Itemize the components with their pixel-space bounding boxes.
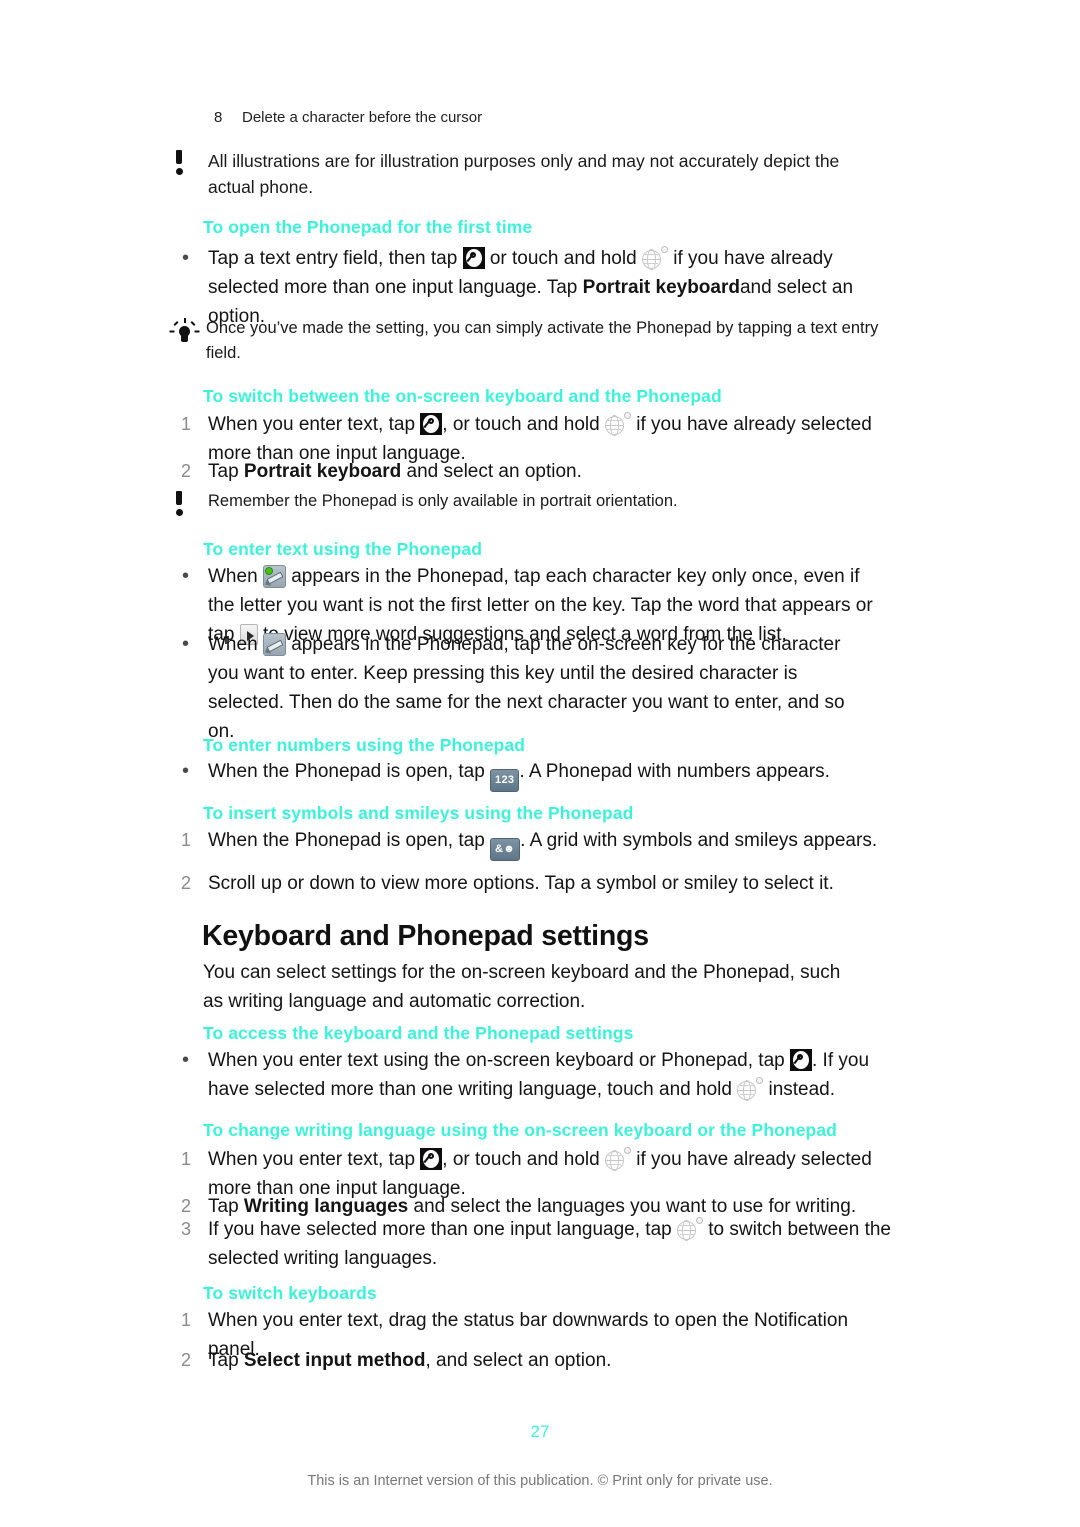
step-number: 1 (181, 1310, 192, 1330)
step-text-bold: Writing languages (243, 1196, 409, 1217)
pencil-key-prediction-icon[interactable] (262, 565, 286, 588)
step-text-bold: Portrait keyboard (582, 277, 740, 298)
bullet-enter-numbers-1-text: When the Phonepad is open, tap 123. A Ph… (208, 757, 830, 792)
step-insert-symbols-1-text: When the Phonepad is open, tap &☻. A gri… (208, 826, 877, 861)
step-text-bold: Portrait keyboard (243, 461, 402, 482)
heading-enter-numbers: To enter numbers using the Phonepad (203, 735, 526, 755)
step-number: 2 (181, 873, 192, 893)
globe-icon[interactable] (641, 246, 668, 271)
step-switch-keyboards-2-text: Tap Select input method, and select an o… (208, 1346, 611, 1375)
heading-insert-symbols: To insert symbols and smileys using the … (203, 803, 634, 823)
step-number: 2 (181, 461, 192, 481)
step-text-part-b: and select the languages you want to use… (413, 1196, 857, 1217)
note-portrait-warning: Remember the Phonepad is only available … (172, 489, 892, 522)
bullet-marker: • (182, 1049, 190, 1071)
note-illustrations: All illustrations are for illustration p… (172, 148, 882, 200)
globe-icon[interactable] (604, 1147, 631, 1172)
step-insert-symbols-2: 2 Scroll up or down to view more options… (172, 869, 892, 898)
legend-number: 8 (214, 109, 223, 126)
step-text-part-b: or touch and hold (489, 248, 637, 269)
warning-icon (172, 148, 208, 181)
step-text-part-b: , or touch and hold (442, 414, 600, 435)
step-number: 3 (181, 1219, 192, 1239)
heading-access-settings: To access the keyboard and the Phonepad … (203, 1023, 634, 1043)
bullet-marker: • (182, 633, 190, 655)
bullet-enter-numbers-1: • When the Phonepad is open, tap 123. A … (172, 757, 892, 792)
bullet-text-part-a: When (208, 634, 258, 655)
step-text-part-b: , and select an option. (425, 1350, 612, 1371)
bullet-marker: • (182, 565, 190, 587)
step-text-part-b: and select an option. (406, 461, 582, 482)
pencil-key-multitap-icon[interactable] (262, 633, 286, 656)
globe-icon[interactable] (604, 412, 631, 437)
step-text-part-a: When you enter text, tap (208, 414, 416, 435)
bullet-enter-text-2-text: When appears in the Phonepad, tap the on… (208, 630, 872, 746)
warning-icon (172, 489, 208, 522)
symbols-smileys-key-icon[interactable]: &☻ (490, 838, 521, 861)
note-phonepad-tip: Once you’ve made the setting, you can si… (169, 316, 890, 366)
legend-row: 8 Delete a character before the cursor (214, 106, 914, 130)
manual-page: 8 Delete a character before the cursor A… (0, 0, 1080, 1527)
bullet-text-part-a: When you enter text using the on-screen … (208, 1050, 785, 1071)
tip-bulb-icon (169, 316, 206, 351)
step-change-language-3-text: If you have selected more than one input… (208, 1215, 892, 1273)
step-number: 1 (181, 830, 192, 850)
step-insert-symbols-1: 1 When the Phonepad is open, tap &☻. A g… (172, 826, 892, 861)
heading-switch-keyboards: To switch keyboards (203, 1283, 377, 1303)
legend-text: Delete a character before the cursor (242, 109, 483, 126)
bullet-text-part-b: appears in the Phonepad, tap the on-scre… (208, 634, 845, 742)
heading-open-phonepad: To open the Phonepad for the first time (203, 217, 533, 237)
step-switch-2-text: Tap Portrait keyboard and select an opti… (208, 457, 582, 486)
note-illustrations-text: All illustrations are for illustration p… (208, 151, 840, 197)
bullet-enter-text-2: • When appears in the Phonepad, tap the … (172, 630, 872, 746)
bullet-text-part-b: . A Phonepad with numbers appears. (519, 761, 830, 782)
bullet-text-part-a: When (208, 566, 258, 587)
numbers-key-icon[interactable]: 123 (490, 769, 520, 792)
step-text-part-a: Tap (208, 1196, 239, 1217)
step-text-part-a: When you enter text, tap (208, 1149, 416, 1170)
bullet-marker: • (182, 760, 190, 782)
step-text-part-a: Tap (208, 461, 239, 482)
step-switch-keyboards-2: 2 Tap Select input method, and select an… (172, 1346, 872, 1375)
step-change-language-3: 3 If you have selected more than one inp… (172, 1215, 892, 1273)
step-text-part-a: Tap a text entry field, then tap (208, 248, 458, 269)
bullet-text-part-c: instead. (768, 1079, 836, 1100)
note-portrait-warning-text: Remember the Phonepad is only available … (208, 492, 678, 510)
step-number: 1 (181, 414, 192, 434)
page-number: 27 (530, 1422, 550, 1441)
step-text-part-a: Tap (208, 1350, 239, 1371)
bullet-text-part-a: When the Phonepad is open, tap (208, 761, 485, 782)
step-text-part-b: , or touch and hold (442, 1149, 600, 1170)
heading-enter-text: To enter text using the Phonepad (203, 539, 483, 559)
keyboard-settings-icon[interactable] (420, 1148, 443, 1170)
heading-change-language: To change writing language using the on-… (203, 1120, 837, 1140)
step-number: 2 (181, 1350, 192, 1370)
section-title-keyboard-settings: Keyboard and Phonepad settings (202, 920, 649, 952)
step-switch-2: 2 Tap Portrait keyboard and select an op… (172, 457, 892, 486)
keyboard-settings-icon[interactable] (789, 1049, 812, 1071)
step-text-part-b: . A grid with symbols and smileys appear… (520, 830, 878, 851)
step-text-bold: Select input method (243, 1350, 426, 1371)
bullet-access-settings-1: • When you enter text using the on-scree… (172, 1046, 872, 1104)
keyboard-settings-icon[interactable] (462, 247, 485, 269)
note-phonepad-tip-text: Once you’ve made the setting, you can si… (206, 319, 879, 362)
globe-icon[interactable] (737, 1077, 764, 1102)
keyboard-settings-intro: You can select settings for the on-scree… (203, 962, 841, 1012)
footer-note: This is an Internet version of this publ… (307, 1473, 773, 1489)
bullet-marker: • (182, 247, 190, 269)
globe-icon[interactable] (677, 1217, 703, 1242)
step-number: 1 (181, 1149, 192, 1169)
keyboard-settings-icon[interactable] (420, 413, 443, 435)
bullet-access-settings-1-text: When you enter text using the on-screen … (208, 1046, 872, 1104)
step-text-part-a: If you have selected more than one input… (208, 1219, 672, 1240)
heading-switch-keyboard-phonepad: To switch between the on-screen keyboard… (203, 386, 722, 406)
step-text-part-a: When the Phonepad is open, tap (208, 830, 485, 851)
step-insert-symbols-2-text: Scroll up or down to view more options. … (208, 873, 834, 894)
